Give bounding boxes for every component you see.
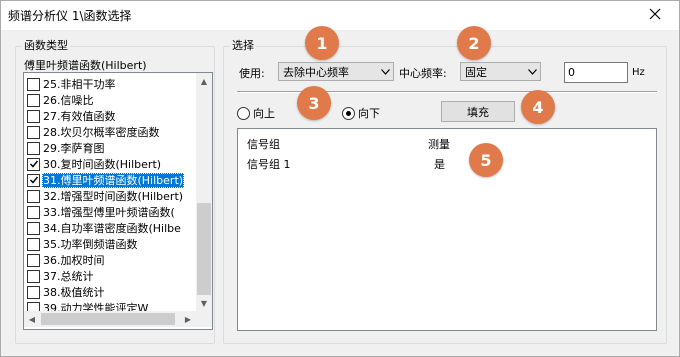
column-header-signal-group[interactable]: 信号组: [247, 136, 280, 152]
table-cell-signal-group[interactable]: 信号组 1: [247, 156, 291, 172]
table-cell-measure[interactable]: 是: [434, 156, 445, 172]
scrollbar-corner: [196, 311, 212, 327]
list-item[interactable]: 25.非相干功率: [25, 76, 196, 92]
list-item[interactable]: 34.自功率谱密度函数(Hilbe: [25, 220, 196, 236]
chevron-down-icon: [377, 68, 393, 75]
column-header-measure[interactable]: 测量: [428, 136, 450, 152]
checkbox-checked[interactable]: [27, 173, 40, 187]
checkbox-checked[interactable]: [27, 157, 40, 171]
radio-down-indicator: [342, 106, 355, 120]
list-item[interactable]: 37.总统计: [25, 268, 196, 284]
checkbox[interactable]: [27, 125, 40, 139]
list-item-label: 37.总统计: [43, 269, 94, 283]
scroll-left-icon[interactable]: ◀: [24, 311, 40, 327]
list-item-label: 34.自功率谱密度函数(Hilbe: [43, 221, 181, 235]
list-item-label: 30.复时间函数(Hilbert): [43, 157, 162, 171]
checkbox[interactable]: [27, 77, 40, 91]
checkbox[interactable]: [27, 141, 40, 155]
list-item-label: 25.非相干功率: [43, 77, 116, 91]
scroll-right-icon[interactable]: ▶: [180, 311, 196, 327]
function-list[interactable]: 25.非相干功率 26.信噪比 27.有效值函数 28.坎贝尔概率密度函数 29.李萨育…: [23, 72, 213, 330]
checkbox[interactable]: [27, 221, 40, 235]
checkbox[interactable]: [27, 301, 40, 311]
scroll-down-icon[interactable]: ▼: [196, 295, 212, 311]
annotation-badge-2: 2: [457, 26, 491, 60]
window-title: 频谱分析仪 1\函数选择: [8, 9, 132, 23]
list-item[interactable]: 33.增强型傅里叶频谱函数(: [25, 204, 196, 220]
close-button[interactable]: [635, 1, 675, 30]
checkbox[interactable]: [27, 189, 40, 203]
signal-group-table[interactable]: 信号组 测量 信号组 1 是: [237, 128, 657, 331]
list-item[interactable]: 36.加权时间: [25, 252, 196, 268]
list-item[interactable]: 30.复时间函数(Hilbert): [25, 156, 196, 172]
checkbox[interactable]: [27, 253, 40, 267]
annotation-badge-1: 1: [305, 26, 339, 60]
list-item-label: 27.有效值函数: [43, 109, 116, 123]
center-frequency-label: 中心频率:: [399, 67, 447, 80]
checkbox[interactable]: [27, 205, 40, 219]
close-icon: [649, 8, 661, 23]
fill-button-label: 填充: [467, 105, 489, 119]
list-item-label: 32.增强型时间函数(Hilbert): [43, 189, 184, 203]
checkbox[interactable]: [27, 285, 40, 299]
use-select-value: 去除中心频率: [283, 65, 349, 79]
checkbox[interactable]: [27, 109, 40, 123]
function-select-dialog: 频谱分析仪 1\函数选择 函数类型 傅里叶频谱函数(Hilbert) 25.非相…: [0, 0, 680, 357]
list-item-label: 33.增强型傅里叶频谱函数(: [43, 205, 175, 219]
list-item[interactable]: 39.动力学性能评定W: [25, 300, 196, 311]
list-item[interactable]: 27.有效值函数: [25, 108, 196, 124]
center-frequency-mode-select[interactable]: 固定: [460, 62, 541, 81]
checkbox[interactable]: [27, 93, 40, 107]
scroll-up-icon[interactable]: ▲: [196, 73, 212, 89]
use-select[interactable]: 去除中心频率: [278, 62, 394, 81]
current-function-label: 傅里叶频谱函数(Hilbert): [24, 59, 147, 72]
list-item[interactable]: 32.增强型时间函数(Hilbert): [25, 188, 196, 204]
frequency-unit: Hz: [632, 67, 645, 78]
list-item-label: 35.功率倒频谱函数: [43, 237, 138, 251]
radio-up-label: 向上: [253, 107, 275, 120]
list-item-label: 26.信噪比: [43, 93, 94, 107]
list-item[interactable]: 38.极值统计: [25, 284, 196, 300]
list-item-label: 36.加权时间: [43, 253, 105, 267]
vertical-scrollbar[interactable]: ▲ ▼: [196, 73, 212, 311]
list-item[interactable]: 28.坎贝尔概率密度函数: [25, 124, 196, 140]
radio-down-label: 向下: [358, 107, 380, 120]
list-item-label: 39.动力学性能评定W: [43, 301, 149, 312]
selection-legend: 选择: [230, 39, 256, 53]
function-list-items: 25.非相干功率 26.信噪比 27.有效值函数 28.坎贝尔概率密度函数 29.李萨育…: [24, 73, 196, 311]
title-bar[interactable]: 频谱分析仪 1\函数选择: [1, 1, 679, 30]
vertical-scroll-thumb[interactable]: [197, 203, 211, 295]
center-frequency-input[interactable]: 0: [564, 62, 628, 83]
center-frequency-mode-value: 固定: [465, 65, 487, 79]
annotation-badge-4: 4: [521, 90, 555, 124]
list-item-label: 38.极值统计: [43, 285, 105, 299]
radio-up-indicator: [237, 106, 250, 120]
list-item[interactable]: 29.李萨育图: [25, 140, 196, 156]
list-item[interactable]: 31.傅里叶频谱函数(Hilbert): [25, 172, 196, 188]
horizontal-scrollbar[interactable]: ◀ ▶: [24, 311, 212, 327]
function-type-legend: 函数类型: [22, 39, 70, 53]
annotation-badge-3: 3: [297, 86, 331, 120]
list-item[interactable]: 26.信噪比: [25, 92, 196, 108]
list-item[interactable]: 35.功率倒频谱函数: [25, 236, 196, 252]
checkbox[interactable]: [27, 237, 40, 251]
checkbox[interactable]: [27, 269, 40, 283]
list-item-label: 28.坎贝尔概率密度函数: [43, 125, 160, 139]
annotation-badge-5: 5: [469, 143, 503, 177]
list-item-label: 31.傅里叶频谱函数(Hilbert): [42, 172, 185, 188]
fill-button[interactable]: 填充: [441, 101, 515, 122]
list-item-label: 29.李萨育图: [43, 141, 105, 155]
horizontal-scroll-thumb[interactable]: [41, 313, 175, 325]
radio-up[interactable]: 向上: [237, 105, 275, 121]
use-label: 使用:: [239, 67, 265, 80]
chevron-down-icon: [524, 68, 540, 75]
radio-down[interactable]: 向下: [342, 105, 380, 121]
